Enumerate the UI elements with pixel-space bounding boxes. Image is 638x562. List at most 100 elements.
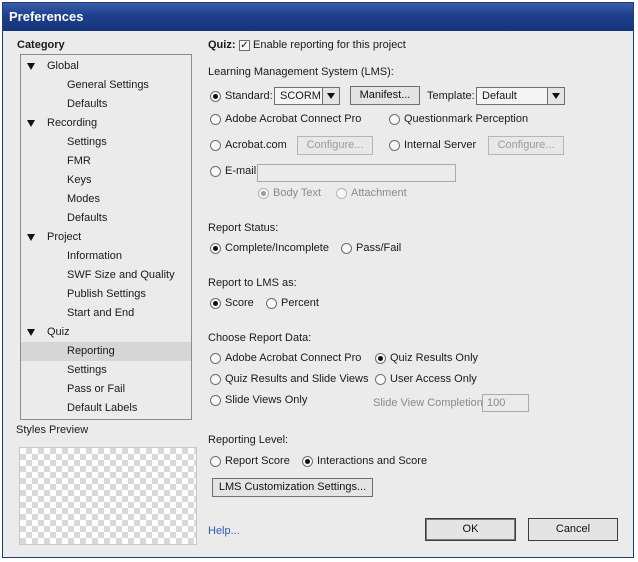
- body-text-label: Body Text: [273, 187, 322, 199]
- tree-item[interactable]: Default Labels: [21, 399, 191, 418]
- lms-standard-radio[interactable]: [210, 91, 221, 102]
- score-radio[interactable]: [210, 298, 221, 309]
- tree-item[interactable]: Reporting: [21, 342, 191, 361]
- interactions-and-score-radio[interactable]: [302, 456, 313, 467]
- questionmark-radio[interactable]: [389, 114, 400, 125]
- quiz-label: Quiz:: [208, 39, 236, 51]
- email-label: E-mail:: [225, 165, 260, 177]
- tree-item[interactable]: Settings: [21, 361, 191, 380]
- adobe-connect-label: Adobe Acrobat Connect Pro: [225, 113, 362, 125]
- tree-item[interactable]: Pass or Fail: [21, 380, 191, 399]
- tree-item-label: Global: [47, 60, 79, 72]
- expand-triangle-icon[interactable]: [27, 234, 35, 241]
- lms-section-label: Learning Management System (LMS):: [208, 66, 394, 78]
- report-status-label: Report Status:: [208, 222, 279, 234]
- tree-item-label: Settings: [67, 136, 107, 148]
- quiz-results-only-radio[interactable]: [375, 353, 386, 364]
- styles-preview: [19, 447, 197, 545]
- standard-select[interactable]: SCORM: [274, 87, 340, 105]
- chevron-down-icon: [547, 88, 564, 104]
- template-label: Template:: [427, 90, 475, 102]
- manifest-button[interactable]: Manifest...: [350, 86, 420, 105]
- quiz-results-slide-views-label: Quiz Results and Slide Views: [225, 373, 369, 385]
- internal-server-radio[interactable]: [389, 140, 400, 151]
- connect-pro-data-radio[interactable]: [210, 353, 221, 364]
- template-select-value: Default: [482, 90, 517, 102]
- lms-customization-button[interactable]: LMS Customization Settings...: [212, 478, 373, 497]
- tree-item-label: Publish Settings: [67, 288, 146, 300]
- chevron-down-icon: [322, 88, 339, 104]
- user-access-only-radio[interactable]: [375, 374, 386, 385]
- tree-item[interactable]: Keys: [21, 171, 191, 190]
- complete-incomplete-radio[interactable]: [210, 243, 221, 254]
- report-score-label: Report Score: [225, 455, 290, 467]
- configure-internal-server-button[interactable]: Configure...: [488, 136, 564, 155]
- configure-acrobat-button[interactable]: Configure...: [297, 136, 373, 155]
- tree-item-label: Defaults: [67, 212, 108, 224]
- category-tree[interactable]: Global General Settings Defaults Recording S…: [20, 54, 192, 420]
- acrobat-com-radio[interactable]: [210, 140, 221, 151]
- percent-radio[interactable]: [266, 298, 277, 309]
- report-to-lms-label: Report to LMS as:: [208, 277, 297, 289]
- reporting-level-label: Reporting Level:: [208, 434, 289, 446]
- tree-item[interactable]: General Settings: [21, 76, 191, 95]
- tree-item[interactable]: SWF Size and Quality: [21, 266, 191, 285]
- adobe-connect-radio[interactable]: [210, 114, 221, 125]
- tree-item-label: Project: [47, 231, 82, 243]
- slide-view-completion-input[interactable]: 100: [482, 394, 529, 412]
- help-link[interactable]: Help...: [208, 525, 240, 537]
- standard-select-value: SCORM: [280, 90, 321, 102]
- attachment-radio[interactable]: [336, 188, 347, 199]
- body-text-radio[interactable]: [258, 188, 269, 199]
- slide-view-completion-label: Slide View Completion: [373, 397, 483, 409]
- tree-item[interactable]: Modes: [21, 190, 191, 209]
- tree-item-label: General Settings: [67, 79, 149, 91]
- styles-preview-label: Styles Preview: [16, 424, 89, 436]
- tree-item-label: Quiz: [47, 326, 70, 338]
- connect-pro-data-label: Adobe Acrobat Connect Pro: [225, 352, 362, 364]
- pass-fail-radio[interactable]: [341, 243, 352, 254]
- expand-triangle-icon[interactable]: [27, 329, 35, 336]
- ok-button[interactable]: OK: [425, 518, 516, 541]
- email-input[interactable]: [257, 164, 456, 182]
- expand-triangle-icon[interactable]: [27, 120, 35, 127]
- tree-item-label: Start and End: [67, 307, 135, 319]
- tree-item[interactable]: Defaults: [21, 95, 191, 114]
- tree-item-label: Settings: [67, 364, 107, 376]
- quiz-results-slide-views-radio[interactable]: [210, 374, 221, 385]
- tree-item[interactable]: Information: [21, 247, 191, 266]
- tree-group[interactable]: Recording: [21, 114, 191, 133]
- complete-incomplete-label: Complete/Incomplete: [225, 242, 329, 254]
- category-heading: Category: [17, 39, 65, 51]
- tree-item[interactable]: Defaults: [21, 209, 191, 228]
- tree-item-label: Reporting: [67, 345, 115, 357]
- template-select[interactable]: Default: [476, 87, 565, 105]
- cancel-button[interactable]: Cancel: [528, 518, 618, 541]
- quiz-results-only-label: Quiz Results Only: [390, 352, 479, 364]
- pass-fail-label: Pass/Fail: [356, 242, 402, 254]
- internal-server-label: Internal Server: [404, 139, 477, 151]
- report-score-radio[interactable]: [210, 456, 221, 467]
- enable-reporting-checkbox[interactable]: ✓: [239, 40, 250, 51]
- tree-item[interactable]: Settings: [21, 133, 191, 152]
- lms-standard-label: Standard:: [225, 90, 273, 102]
- tree-item-label: SWF Size and Quality: [67, 269, 175, 281]
- tree-item[interactable]: FMR: [21, 152, 191, 171]
- tree-item-label: Modes: [67, 193, 101, 205]
- tree-item[interactable]: Start and End: [21, 304, 191, 323]
- tree-item-label: Recording: [47, 117, 98, 129]
- percent-label: Percent: [281, 297, 319, 309]
- tree-group[interactable]: Global: [21, 57, 191, 76]
- tree-item-label: Keys: [67, 174, 92, 186]
- tree-group[interactable]: Project: [21, 228, 191, 247]
- tree-group[interactable]: Quiz: [21, 323, 191, 342]
- tree-item-label: FMR: [67, 155, 91, 167]
- tree-item-label: Default Labels: [67, 402, 138, 414]
- tree-item[interactable]: Publish Settings: [21, 285, 191, 304]
- report-data-label: Choose Report Data:: [208, 332, 312, 344]
- slide-views-only-radio[interactable]: [210, 395, 221, 406]
- email-radio[interactable]: [210, 166, 221, 177]
- preferences-dialog: Preferences Category Global General Setti…: [2, 2, 634, 558]
- expand-triangle-icon[interactable]: [27, 63, 35, 70]
- tree-item-label: Information: [67, 250, 123, 262]
